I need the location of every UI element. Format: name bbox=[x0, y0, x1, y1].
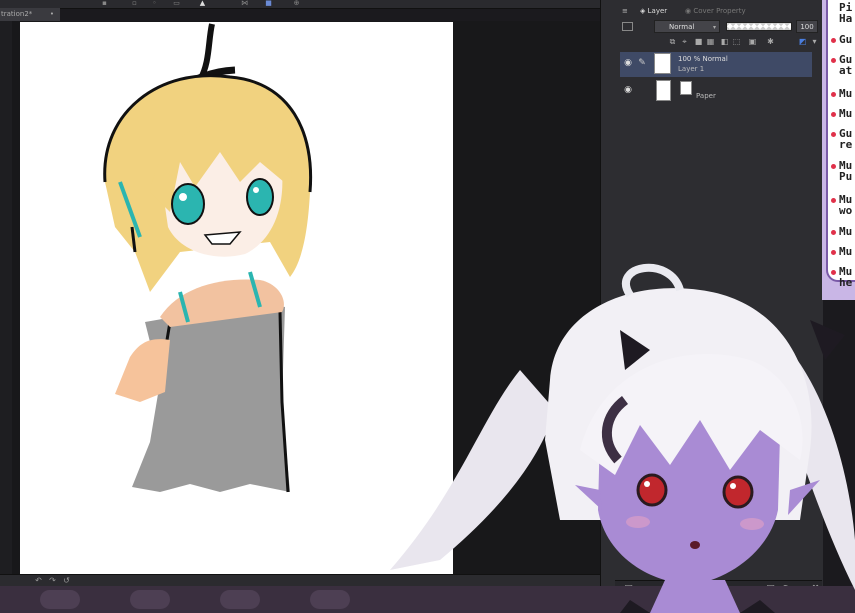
document-tab[interactable]: tration2* • bbox=[0, 8, 60, 21]
eye-icon[interactable]: ◉ bbox=[623, 85, 633, 95]
cover-tab-icon: ◉ bbox=[685, 7, 692, 15]
layer-tab-icon: ◈ bbox=[640, 7, 646, 15]
layer-thumbnail bbox=[656, 80, 671, 101]
avatar-mouth bbox=[690, 541, 700, 549]
left-ruler bbox=[0, 21, 12, 581]
mask-icon[interactable]: ◧ bbox=[720, 37, 729, 46]
layer-row-paper[interactable]: ◉ Paper bbox=[620, 79, 812, 104]
tab-cover-property[interactable]: ◉ Cover Property bbox=[685, 5, 746, 17]
chat-message: Mu Pu bbox=[828, 160, 855, 182]
avatar-left-eye bbox=[636, 473, 668, 507]
ruler-icon[interactable]: ▣ bbox=[748, 37, 757, 46]
transform-icon[interactable]: ⋈ bbox=[240, 0, 249, 7]
layer-color-icon[interactable] bbox=[622, 22, 633, 31]
gear-icon[interactable]: ✱ bbox=[766, 37, 775, 46]
left-twintail bbox=[390, 370, 555, 570]
chat-message: Mu bbox=[828, 226, 855, 244]
youtube-icon bbox=[831, 164, 836, 169]
palette-icon[interactable]: ◩ bbox=[798, 37, 807, 46]
chat-message: Mu bbox=[828, 88, 855, 106]
top-toolbar: ▪ ▫ ◦ ▭ ▲ ⋈ ■ ⊕ bbox=[0, 0, 600, 9]
paper-icon bbox=[680, 81, 692, 95]
close-icon[interactable]: • bbox=[50, 8, 54, 21]
chat-message: Mu bbox=[828, 108, 855, 126]
dress-fill bbox=[132, 302, 290, 492]
document-tab-title: tration2* bbox=[1, 10, 33, 18]
youtube-icon bbox=[831, 92, 836, 97]
layer-lock-row: ⧉ ⌖ ■ ▦ ◧ ⬚ ▣ ✱ ◩ ▾ bbox=[620, 36, 822, 48]
blend-mode-value: Normal bbox=[669, 23, 695, 31]
chat-message: Mu wo bbox=[828, 194, 855, 216]
opacity-input[interactable]: 100 bbox=[796, 20, 818, 33]
reset-view-icon[interactable]: ↺ bbox=[62, 576, 71, 585]
youtube-icon bbox=[831, 230, 836, 235]
rotate-left-icon[interactable]: ↶ bbox=[34, 576, 43, 585]
tab-layer[interactable]: ◈ Layer bbox=[640, 5, 667, 17]
layer-panel-tabs: ≡ ◈ Layer ◉ Cover Property bbox=[600, 5, 822, 17]
avatar-right-eye bbox=[722, 475, 754, 509]
select-icon[interactable]: ▭ bbox=[172, 0, 181, 7]
clip-icon[interactable]: ⧉ bbox=[668, 37, 677, 46]
cursor-icon[interactable]: ▲ bbox=[198, 0, 207, 7]
eraser-icon[interactable]: ▫ bbox=[130, 0, 139, 7]
ribbon-right bbox=[810, 320, 845, 360]
menu-icon[interactable]: ≡ bbox=[622, 5, 628, 17]
chevron-down-icon[interactable]: ▾ bbox=[810, 37, 819, 46]
blend-mode-select[interactable]: Normal ▾ bbox=[654, 20, 720, 33]
layer-list: ◉ ✎ 100 % Normal Layer 1 ◉ Paper bbox=[620, 52, 818, 104]
chat-message-list: Pi Ha Gu Gu at Mu Mu Gu re Mu Pu Mu wo M… bbox=[826, 0, 855, 288]
rotate-right-icon[interactable]: ↷ bbox=[48, 576, 57, 585]
eye-icon[interactable]: ◉ bbox=[623, 58, 633, 68]
chat-message: Gu at bbox=[828, 54, 855, 76]
layer-mode-label: 100 % Normal bbox=[678, 55, 728, 63]
chat-message: Pi Ha bbox=[839, 1, 853, 25]
youtube-icon bbox=[831, 112, 836, 117]
right-eye bbox=[246, 178, 274, 216]
layer-thumbnail bbox=[654, 53, 671, 74]
layer-name-label: Paper bbox=[696, 92, 716, 100]
reference-icon[interactable]: ⌖ bbox=[680, 37, 689, 46]
draft-icon[interactable]: ⬚ bbox=[732, 37, 741, 46]
youtube-icon bbox=[831, 58, 836, 63]
layer-name-label: Layer 1 bbox=[678, 65, 705, 73]
youtube-icon bbox=[831, 198, 836, 203]
opacity-slider[interactable] bbox=[726, 22, 792, 31]
youtube-icon bbox=[831, 250, 836, 255]
chat-message: Gu re bbox=[828, 128, 855, 150]
lock-icon[interactable]: ■ bbox=[694, 37, 703, 46]
avatar-illustration bbox=[390, 263, 855, 613]
chat-message: Gu bbox=[828, 34, 855, 52]
layer-icon[interactable]: ⊕ bbox=[292, 0, 301, 7]
vtuber-avatar bbox=[380, 260, 855, 613]
youtube-icon bbox=[831, 38, 836, 43]
chevron-down-icon: ▾ bbox=[712, 24, 716, 31]
pen-icon: ✎ bbox=[638, 58, 646, 68]
lock-transparent-icon[interactable]: ▦ bbox=[706, 37, 715, 46]
move-icon[interactable]: ◦ bbox=[150, 0, 159, 7]
app-window: ▪ ▫ ◦ ▭ ▲ ⋈ ■ ⊕ tration2* • ↶ ↷ ↺ ≡ ◈ La… bbox=[0, 0, 855, 613]
fill-icon[interactable]: ■ bbox=[264, 0, 273, 7]
avatar-neck bbox=[650, 580, 740, 613]
tab-cover-label: Cover Property bbox=[693, 7, 746, 15]
brush-icon[interactable]: ▪ bbox=[100, 0, 109, 7]
youtube-icon bbox=[831, 132, 836, 137]
blend-row: Normal ▾ 100 bbox=[620, 20, 822, 34]
layer-row-layer1[interactable]: ◉ ✎ 100 % Normal Layer 1 bbox=[620, 52, 812, 77]
arm-fill bbox=[115, 339, 170, 402]
left-eye bbox=[171, 183, 205, 225]
tab-layer-label: Layer bbox=[647, 7, 668, 15]
